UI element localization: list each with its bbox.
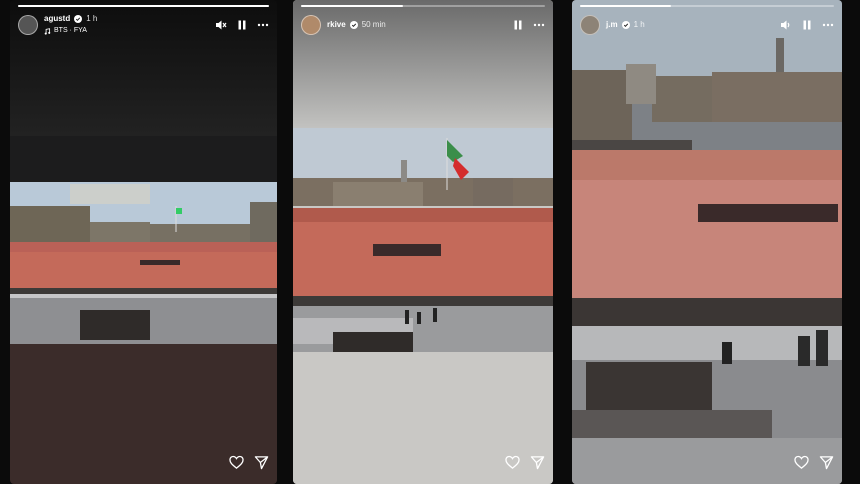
story-panel-agustd[interactable]: agustd 1 h BTS · FYA: [10, 0, 277, 484]
verified-icon: [349, 21, 358, 29]
mute-icon[interactable]: [215, 19, 227, 31]
story-username[interactable]: j.m: [606, 20, 618, 30]
story-footer: [505, 455, 545, 470]
story-header: j.m 1 h: [580, 12, 834, 38]
story-panel-jm[interactable]: j.m 1 h: [572, 0, 842, 484]
story-time: 1 h: [633, 20, 645, 29]
music-icon: [44, 27, 51, 35]
heart-icon[interactable]: [794, 455, 809, 470]
story-progress-bar: [301, 5, 545, 7]
verified-icon: [74, 15, 83, 23]
send-icon[interactable]: [819, 455, 834, 470]
avatar[interactable]: [301, 15, 321, 35]
story-progress-bar: [580, 5, 834, 7]
pause-icon[interactable]: [236, 19, 248, 31]
verified-icon: [621, 21, 630, 29]
more-icon[interactable]: [533, 19, 545, 31]
story-time: 50 min: [361, 20, 386, 29]
heart-icon[interactable]: [505, 455, 520, 470]
pause-icon[interactable]: [512, 19, 524, 31]
story-time: 1 h: [86, 14, 98, 23]
story-header: agustd 1 h BTS · FYA: [18, 12, 269, 38]
more-icon[interactable]: [257, 19, 269, 31]
story-music-label: BTS · FYA: [54, 27, 87, 34]
send-icon[interactable]: [530, 455, 545, 470]
story-music[interactable]: BTS · FYA: [44, 26, 97, 36]
story-footer: [794, 455, 834, 470]
story-panel-rkive[interactable]: rkive 50 min: [293, 0, 553, 484]
avatar[interactable]: [18, 15, 38, 35]
story-username[interactable]: agustd: [44, 14, 70, 24]
story-photo: [10, 136, 277, 344]
story-progress-bar: [18, 5, 269, 7]
story-photo: [572, 0, 842, 484]
story-username[interactable]: rkive: [327, 20, 346, 30]
story-header: rkive 50 min: [301, 12, 545, 38]
avatar[interactable]: [580, 15, 600, 35]
story-photo: [293, 128, 553, 352]
more-icon[interactable]: [822, 19, 834, 31]
story-footer: [229, 455, 269, 470]
sound-icon[interactable]: [780, 19, 792, 31]
pause-icon[interactable]: [801, 19, 813, 31]
heart-icon[interactable]: [229, 455, 244, 470]
send-icon[interactable]: [254, 455, 269, 470]
